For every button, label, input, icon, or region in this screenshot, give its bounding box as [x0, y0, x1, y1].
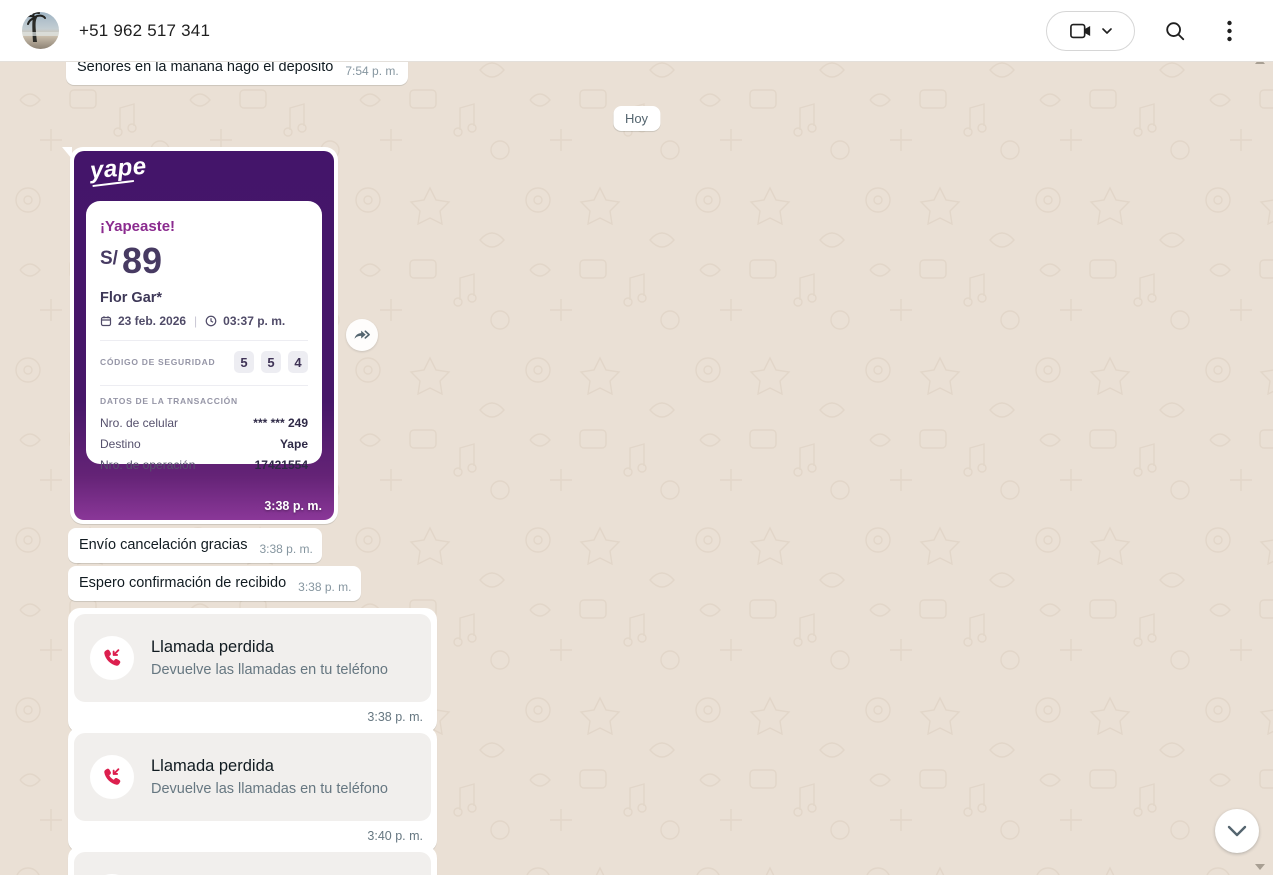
message-time: 3:38 p. m.	[298, 577, 351, 597]
calendar-icon	[100, 315, 112, 327]
code-digit: 5	[261, 351, 281, 373]
code-digit: 5	[234, 351, 254, 373]
whatsapp-chat-window: Señores en la mañana hago el deposito 7:…	[0, 0, 1273, 875]
missed-call-button[interactable]: Llamada perdida Devuelve las llamadas en…	[74, 852, 431, 875]
currency-symbol: S/	[100, 248, 118, 270]
missed-call-icon	[101, 766, 123, 788]
yape-headline: ¡Yapeaste!	[100, 218, 308, 235]
bubble-tail	[62, 147, 72, 159]
yape-receipt-image: yape ¡Yapeaste! S/ 89 Flor Gar* 23 feb. …	[74, 151, 334, 520]
missed-call-subtitle: Devuelve las llamadas en tu teléfono	[151, 781, 388, 797]
kebab-menu-icon	[1227, 20, 1232, 42]
yape-receipt-card: ¡Yapeaste! S/ 89 Flor Gar* 23 feb. 2026 …	[86, 201, 322, 464]
row-value: *** *** 249	[253, 416, 308, 430]
avatar[interactable]	[22, 12, 59, 49]
message-bubble: Espero confirmación de recibido 3:38 p. …	[68, 566, 361, 601]
amount-value: 89	[122, 244, 162, 278]
row-label: Nro. de celular	[100, 416, 178, 430]
transaction-datetime: 23 feb. 2026 | 03:37 p. m.	[100, 314, 308, 328]
missed-call-title: Llamada perdida	[151, 638, 388, 657]
missed-call-icon-circle	[90, 636, 134, 680]
code-digit: 4	[288, 351, 308, 373]
message-time: 7:54 p. m.	[345, 61, 398, 81]
yape-logo: yape	[89, 153, 148, 186]
divider	[100, 340, 308, 341]
transaction-row: Nro. de celular *** *** 249	[100, 416, 308, 430]
row-label: Nro. de operación	[100, 458, 195, 472]
avatar-photo	[22, 12, 59, 49]
message-text: Envío cancelación gracias	[79, 535, 247, 555]
missed-call-button[interactable]: Llamada perdida Devuelve las llamadas en…	[74, 733, 431, 821]
chat-header[interactable]: +51 962 517 341	[0, 0, 1273, 62]
search-icon	[1164, 20, 1186, 42]
divider	[100, 385, 308, 386]
video-call-button[interactable]	[1046, 11, 1135, 51]
missed-call-card: Llamada perdida Devuelve las llamadas en…	[68, 608, 437, 733]
security-code-digits: 5 5 4	[234, 351, 308, 373]
scroll-to-bottom-button[interactable]	[1215, 809, 1259, 853]
message-time: 3:38 p. m.	[259, 539, 312, 559]
transaction-time: 03:37 p. m.	[223, 314, 285, 328]
transaction-row: Nro. de operación 17421554	[100, 458, 308, 472]
chevron-down-icon	[1102, 28, 1112, 34]
scrollbar-down-icon[interactable]	[1254, 863, 1266, 871]
forward-message-button[interactable]	[346, 319, 378, 351]
forward-icon	[352, 325, 372, 345]
message-time: 3:38 p. m.	[264, 499, 322, 513]
missed-call-card: Llamada perdida Devuelve las llamadas en…	[68, 846, 437, 875]
transaction-row: Destino Yape	[100, 437, 308, 451]
missed-call-card: Llamada perdida Devuelve las llamadas en…	[68, 727, 437, 852]
header-actions	[1046, 11, 1273, 51]
menu-button[interactable]	[1215, 17, 1243, 45]
row-value: Yape	[280, 437, 308, 451]
clock-icon	[205, 315, 217, 327]
message-bubble: Envío cancelación gracias 3:38 p. m.	[68, 528, 322, 563]
recipient-name: Flor Gar*	[100, 290, 308, 306]
search-button[interactable]	[1161, 17, 1189, 45]
missed-call-icon	[101, 647, 123, 669]
video-call-icon	[1070, 23, 1092, 39]
missed-call-texts: Llamada perdida Devuelve las llamadas en…	[151, 638, 388, 678]
missed-call-button[interactable]: Llamada perdida Devuelve las llamadas en…	[74, 614, 431, 702]
missed-call-texts: Llamada perdida Devuelve las llamadas en…	[151, 757, 388, 797]
yape-receipt-image-message[interactable]: yape ¡Yapeaste! S/ 89 Flor Gar* 23 feb. …	[70, 147, 338, 524]
security-code-row: CÓDIGO DE SEGURIDAD 5 5 4	[100, 351, 308, 373]
missed-call-subtitle: Devuelve las llamadas en tu teléfono	[151, 662, 388, 678]
contact-name[interactable]: +51 962 517 341	[79, 21, 210, 41]
transaction-data-label: DATOS DE LA TRANSACCIÓN	[100, 396, 308, 406]
missed-call-title: Llamada perdida	[151, 757, 388, 776]
transaction-date: 23 feb. 2026	[118, 314, 186, 328]
meta-separator: |	[194, 314, 197, 328]
row-value: 17421554	[255, 458, 308, 472]
missed-call-icon-circle	[90, 755, 134, 799]
security-code-label: CÓDIGO DE SEGURIDAD	[100, 357, 215, 367]
date-separator: Hoy	[613, 106, 660, 131]
yape-amount: S/ 89	[100, 244, 308, 278]
message-text: Espero confirmación de recibido	[79, 573, 286, 593]
chevron-down-icon	[1227, 825, 1247, 837]
row-label: Destino	[100, 437, 141, 451]
